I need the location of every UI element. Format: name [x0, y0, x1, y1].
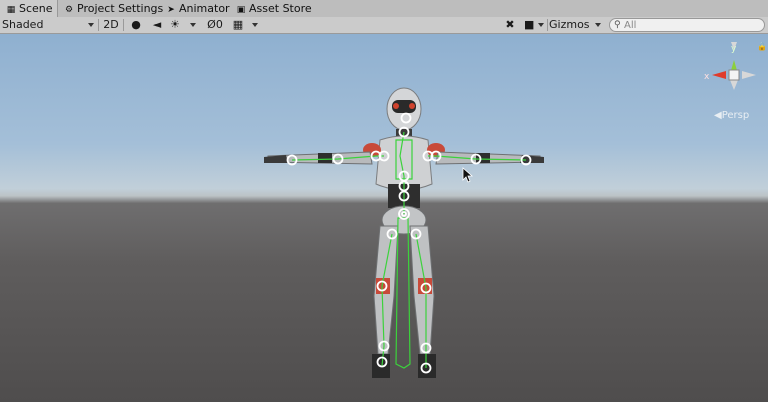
tab-asset-store-label: Asset Store: [249, 2, 312, 15]
scene-toolbar: Shaded 2D ● ◄ ☀ Ø0 ▦ ✖ ■ Gizmos ⚲ All: [0, 17, 768, 34]
grid-toggle-button[interactable]: ▦: [231, 17, 245, 33]
tab-scene-label: Scene: [19, 2, 53, 15]
lighting-toggle-button[interactable]: ●: [128, 17, 144, 33]
tab-project-settings-label: Project Settings: [77, 2, 164, 15]
robot-eye-right: [409, 103, 415, 109]
camera-dropdown[interactable]: ■: [522, 17, 546, 33]
tab-animator[interactable]: ➤ Animator: [160, 0, 230, 17]
tab-animator-label: Animator: [179, 2, 230, 15]
gizmo-center-cube[interactable]: [728, 69, 740, 81]
toggle-2d-label: 2D: [103, 18, 119, 31]
robot-foot-right: [418, 354, 436, 378]
hidden-objects-button[interactable]: Ø0: [202, 17, 228, 33]
robot-elbow-left: [318, 153, 332, 163]
eye-slash-icon: Ø: [207, 18, 216, 31]
lightbulb-icon: ●: [131, 18, 141, 31]
mouse-cursor-icon: [462, 167, 474, 183]
speaker-icon: ◄: [152, 18, 162, 31]
divider: [547, 19, 548, 31]
search-placeholder: All: [624, 20, 637, 31]
gizmos-button[interactable]: Gizmos: [549, 17, 590, 33]
search-input[interactable]: ⚲ All: [609, 18, 765, 32]
tab-scene[interactable]: ▦ Scene: [0, 0, 58, 17]
gizmo-x-axis[interactable]: [712, 71, 726, 79]
gizmo-x-label: x: [704, 72, 710, 82]
orientation-gizmo[interactable]: y x: [702, 42, 766, 142]
gizmo-neg-x-axis[interactable]: [742, 71, 756, 79]
gizmo-neg-y-axis[interactable]: [730, 80, 738, 90]
tools-icon: ✖: [505, 18, 515, 31]
gizmos-label: Gizmos: [549, 18, 590, 31]
grid-options-dropdown[interactable]: [246, 17, 260, 33]
back-arrow-icon: ◀: [714, 110, 722, 121]
camera-icon: ■: [524, 18, 535, 31]
tab-project-settings[interactable]: ⚙ Project Settings: [58, 0, 163, 17]
tools-button[interactable]: ✖: [502, 17, 518, 33]
toggle-2d-button[interactable]: 2D: [101, 17, 121, 33]
gizmo-y-label: y: [731, 44, 737, 54]
effects-icon: ☀: [170, 18, 180, 31]
projection-toggle[interactable]: ◀Persp: [714, 110, 749, 121]
scene-viewport[interactable]: y x 🔒 ◀Persp: [0, 34, 768, 402]
shading-mode-dropdown[interactable]: Shaded: [0, 17, 96, 33]
shading-mode-label: Shaded: [2, 18, 44, 31]
hidden-count: 0: [215, 18, 223, 31]
projection-label: Persp: [721, 110, 750, 121]
divider: [123, 19, 124, 31]
search-icon: ⚲: [614, 20, 621, 30]
grid-icon: ▦: [232, 18, 244, 31]
window-tab-bar: ▦ Scene ⚙ Project Settings ➤ Animator ▣ Asse…: [0, 0, 768, 18]
tab-asset-store[interactable]: ▣ Asset Store: [230, 0, 312, 17]
effects-dropdown[interactable]: ☀: [168, 17, 198, 33]
lock-icon[interactable]: 🔒: [757, 42, 767, 51]
robot-eye-left: [393, 103, 399, 109]
audio-toggle-button[interactable]: ◄: [148, 17, 166, 33]
divider: [98, 19, 99, 31]
bone-hips: [395, 217, 411, 369]
gizmos-dropdown[interactable]: [589, 17, 603, 33]
robot-character[interactable]: [0, 34, 768, 402]
